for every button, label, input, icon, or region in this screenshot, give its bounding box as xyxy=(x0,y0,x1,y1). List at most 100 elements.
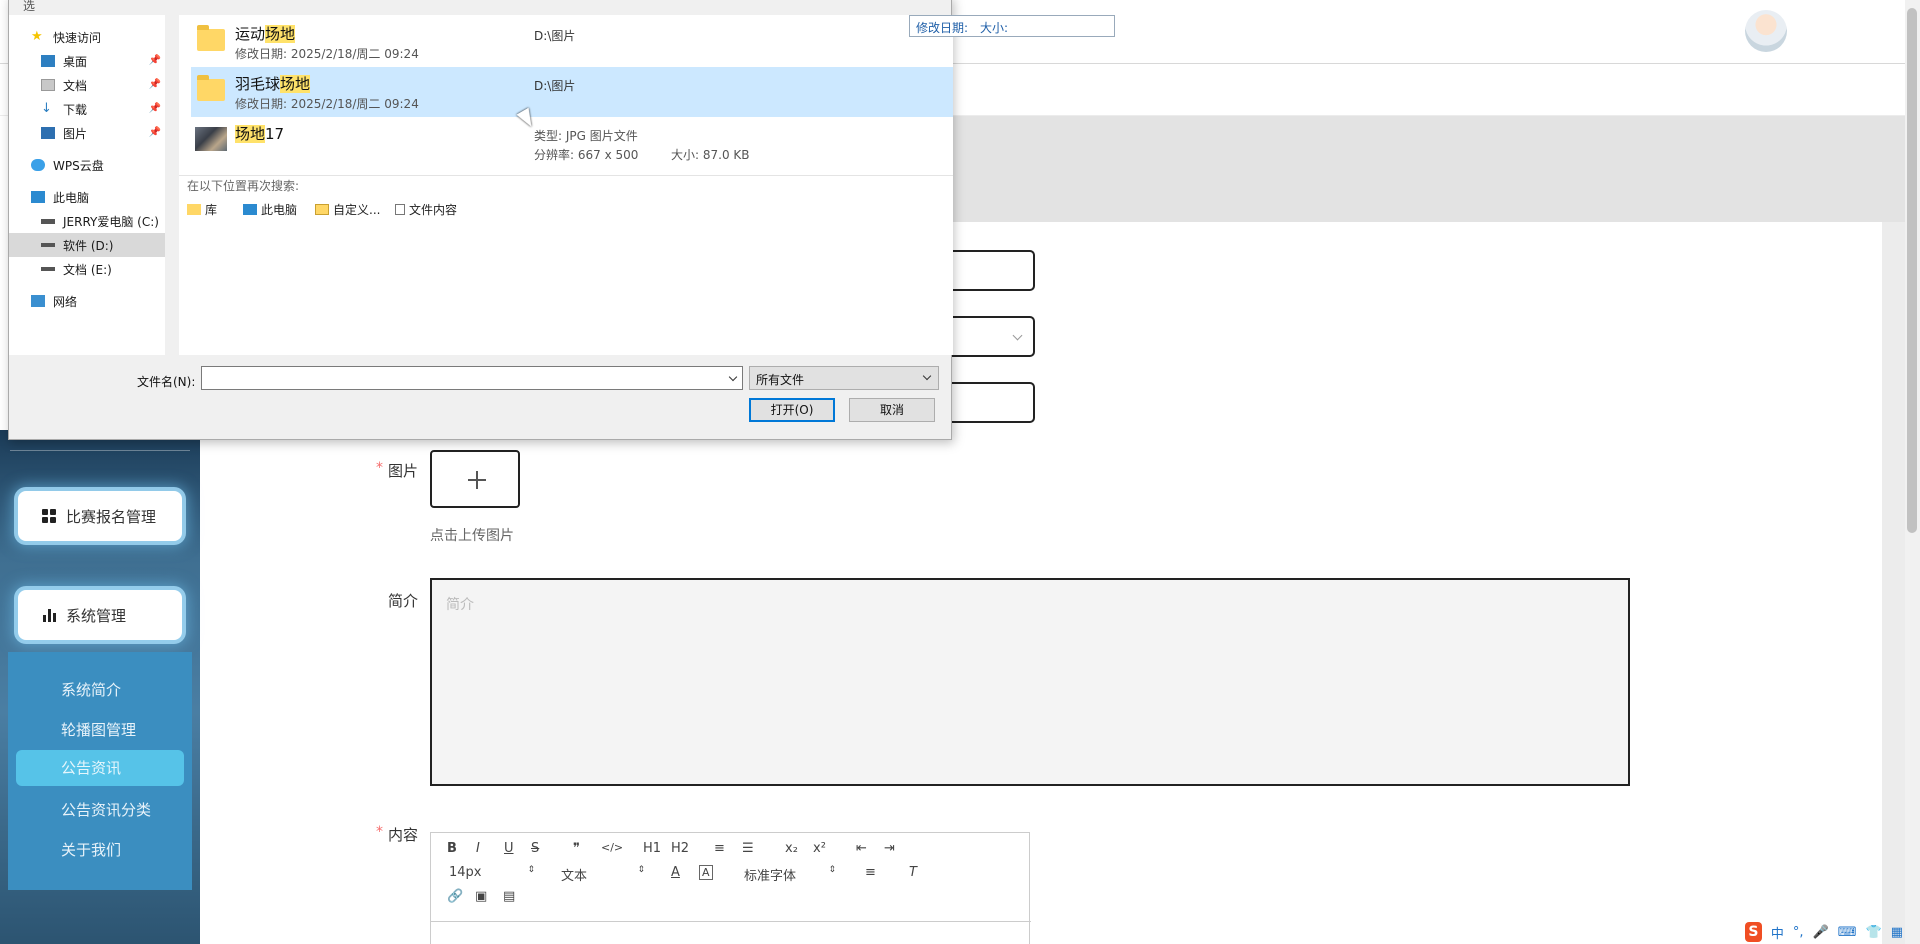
nav-wps-cloud[interactable]: WPS云盘 xyxy=(9,153,165,177)
font-size-select[interactable]: 14px ⇕ xyxy=(449,865,535,880)
upload-tip: 点击上传图片 xyxy=(430,528,514,544)
updown-icon: ⇕ xyxy=(828,865,836,875)
drive-icon xyxy=(41,243,55,247)
rich-text-editor[interactable]: B I U S ❞ </> H1 H2 ≡ ☰ x₂ x² ⇤ ⇥ 14px ⇕ … xyxy=(430,832,1031,944)
ime-toolbar[interactable]: S 中 °, 🎤 ⌨ 👕 ▦ xyxy=(1745,920,1903,944)
nav-drive-e[interactable]: 文档 (E:) xyxy=(9,257,165,281)
result-name: 场地17 xyxy=(235,125,285,143)
underline-button[interactable]: U xyxy=(504,841,514,856)
skin-icon[interactable]: 👕 xyxy=(1866,925,1882,940)
result-size: 大小: 87.0 KB xyxy=(671,148,750,162)
result-item-selected[interactable]: 羽毛球场地 修改日期: 2025/2/18/周二 09:24 D:\图片 xyxy=(191,67,953,117)
nav-documents[interactable]: 文档 📌 xyxy=(9,73,165,97)
bullet-list-button[interactable]: ☰ xyxy=(742,841,754,856)
result-item[interactable]: 场地17 类型: JPG 图片文件 分辨率: 667 x 500 大小: 87.… xyxy=(191,117,953,167)
filetype-select[interactable]: 所有文件 xyxy=(749,366,939,390)
nav-quick-access[interactable]: ★ 快速访问 xyxy=(9,25,165,49)
menu-label: 系统管理 xyxy=(66,606,127,625)
cancel-button[interactable]: 取消 xyxy=(849,398,935,422)
page-scrollbar-thumb[interactable] xyxy=(1907,8,1917,533)
menu-label: 比赛报名管理 xyxy=(66,507,157,526)
clear-format-icon[interactable]: T xyxy=(909,865,917,880)
strikethrough-button[interactable]: S xyxy=(531,841,539,856)
bold-button[interactable]: B xyxy=(447,841,457,856)
search-custom-link[interactable]: 自定义... xyxy=(315,201,380,218)
file-open-dialog: 选 ★ 快速访问 桌面 📌 文档 📌 ↓ 下载 📌 图片 📌 WPS云盘 此电脑… xyxy=(8,0,1115,440)
font-color-icon[interactable]: A xyxy=(671,865,680,880)
pin-icon: 📌 xyxy=(148,79,161,90)
heading1-button[interactable]: H1 xyxy=(643,841,661,856)
document-icon xyxy=(41,79,55,91)
intro-placeholder: 简介 xyxy=(446,597,474,613)
result-item[interactable]: 运动场地 修改日期: 2025/2/18/周二 09:24 D:\图片 xyxy=(191,17,953,67)
dialog-results-pane: 修改日期: 大小: 运动场地 修改日期: 2025/2/18/周二 09:24 … xyxy=(179,15,1115,355)
nav-drive-d[interactable]: 软件 (D:) xyxy=(9,233,165,257)
microphone-icon[interactable]: 🎤 xyxy=(1813,925,1829,940)
nav-desktop[interactable]: 桌面 📌 xyxy=(9,49,165,73)
font-family-select[interactable]: 标准字体 ⇕ xyxy=(744,865,836,884)
chevron-down-icon[interactable] xyxy=(728,372,738,382)
indent-button[interactable]: ⇥ xyxy=(884,841,895,856)
heading2-button[interactable]: H2 xyxy=(671,841,689,856)
code-block-button[interactable]: </> xyxy=(601,841,623,854)
header-select[interactable]: 文本 ⇕ xyxy=(561,865,645,884)
desktop-icon xyxy=(41,55,55,67)
subscript-button[interactable]: x₂ xyxy=(785,841,798,856)
dialog-nav-pane: ★ 快速访问 桌面 📌 文档 📌 ↓ 下载 📌 图片 📌 WPS云盘 此电脑 J… xyxy=(9,15,165,355)
image-icon[interactable]: ▣ xyxy=(475,889,487,904)
apps-icon[interactable]: ▦ xyxy=(1891,925,1903,940)
link-icon[interactable]: 🔗 xyxy=(447,889,463,904)
drive-icon xyxy=(41,267,55,271)
nav-this-pc[interactable]: 此电脑 xyxy=(9,185,165,209)
folder-icon xyxy=(197,75,225,101)
user-avatar[interactable] xyxy=(1745,10,1787,52)
size-column-header[interactable]: 大小: xyxy=(980,19,1008,36)
submenu-carousel[interactable]: 轮播图管理 xyxy=(8,712,192,748)
submenu-system-intro[interactable]: 系统简介 xyxy=(8,672,192,708)
result-path: D:\图片 xyxy=(534,29,576,43)
align-icon[interactable]: ≡ xyxy=(865,865,876,880)
punctuation-icon[interactable]: °, xyxy=(1793,925,1804,940)
background-color-icon[interactable]: A xyxy=(699,865,713,880)
submenu-announcement-categories[interactable]: 公告资讯分类 xyxy=(8,792,192,828)
italic-button[interactable]: I xyxy=(476,841,480,856)
open-button[interactable]: 打开(O) xyxy=(749,398,835,422)
content-label: 内容 xyxy=(388,826,419,844)
nav-downloads[interactable]: ↓ 下载 📌 xyxy=(9,97,165,121)
filename-input[interactable] xyxy=(201,366,743,390)
network-icon xyxy=(31,295,45,307)
pin-icon: 📌 xyxy=(148,127,161,138)
cloud-icon xyxy=(31,159,45,171)
search-this-pc-link[interactable]: 此电脑 xyxy=(243,201,297,218)
drive-icon xyxy=(41,218,55,224)
submenu-about-us[interactable]: 关于我们 xyxy=(8,832,192,868)
blockquote-button[interactable]: ❞ xyxy=(573,841,580,856)
image-thumbnail-icon xyxy=(195,127,227,151)
search-library-link[interactable]: 库 xyxy=(187,201,217,218)
editor-toolbar-row-1: B I U S ❞ </> H1 H2 ≡ ☰ x₂ x² ⇤ ⇥ xyxy=(431,841,1031,865)
result-path: D:\图片 xyxy=(534,79,576,93)
image-upload-button[interactable] xyxy=(430,450,520,508)
keyboard-icon[interactable]: ⌨ xyxy=(1838,925,1857,940)
sogou-logo-icon[interactable]: S xyxy=(1745,922,1762,942)
result-name: 运动场地 xyxy=(235,25,296,43)
intro-textarea[interactable]: 简介 xyxy=(430,578,1630,786)
menu-contest-registration[interactable]: 比赛报名管理 xyxy=(18,491,182,541)
folder-icon xyxy=(197,25,225,51)
system-submenu: 系统简介 轮播图管理 公告资讯 公告资讯分类 关于我们 xyxy=(8,652,192,890)
video-icon[interactable]: ▤ xyxy=(503,889,515,904)
ime-mode[interactable]: 中 xyxy=(1771,923,1784,942)
updown-icon: ⇕ xyxy=(637,865,645,875)
ordered-list-button[interactable]: ≡ xyxy=(714,841,725,856)
superscript-button[interactable]: x² xyxy=(813,841,826,856)
nav-pictures[interactable]: 图片 📌 xyxy=(9,121,165,145)
search-file-contents-link[interactable]: 文件内容 xyxy=(395,201,457,218)
nav-drive-c[interactable]: JERRY爱电脑 (C:) xyxy=(9,209,165,233)
menu-system-management[interactable]: 系统管理 xyxy=(18,590,182,640)
nav-network[interactable]: 网络 xyxy=(9,289,165,313)
result-resolution: 分辨率: 667 x 500 xyxy=(534,148,639,162)
outdent-button[interactable]: ⇤ xyxy=(856,841,867,856)
library-icon xyxy=(187,204,201,215)
pictures-icon xyxy=(41,127,55,139)
submenu-announcements[interactable]: 公告资讯 xyxy=(16,750,184,786)
